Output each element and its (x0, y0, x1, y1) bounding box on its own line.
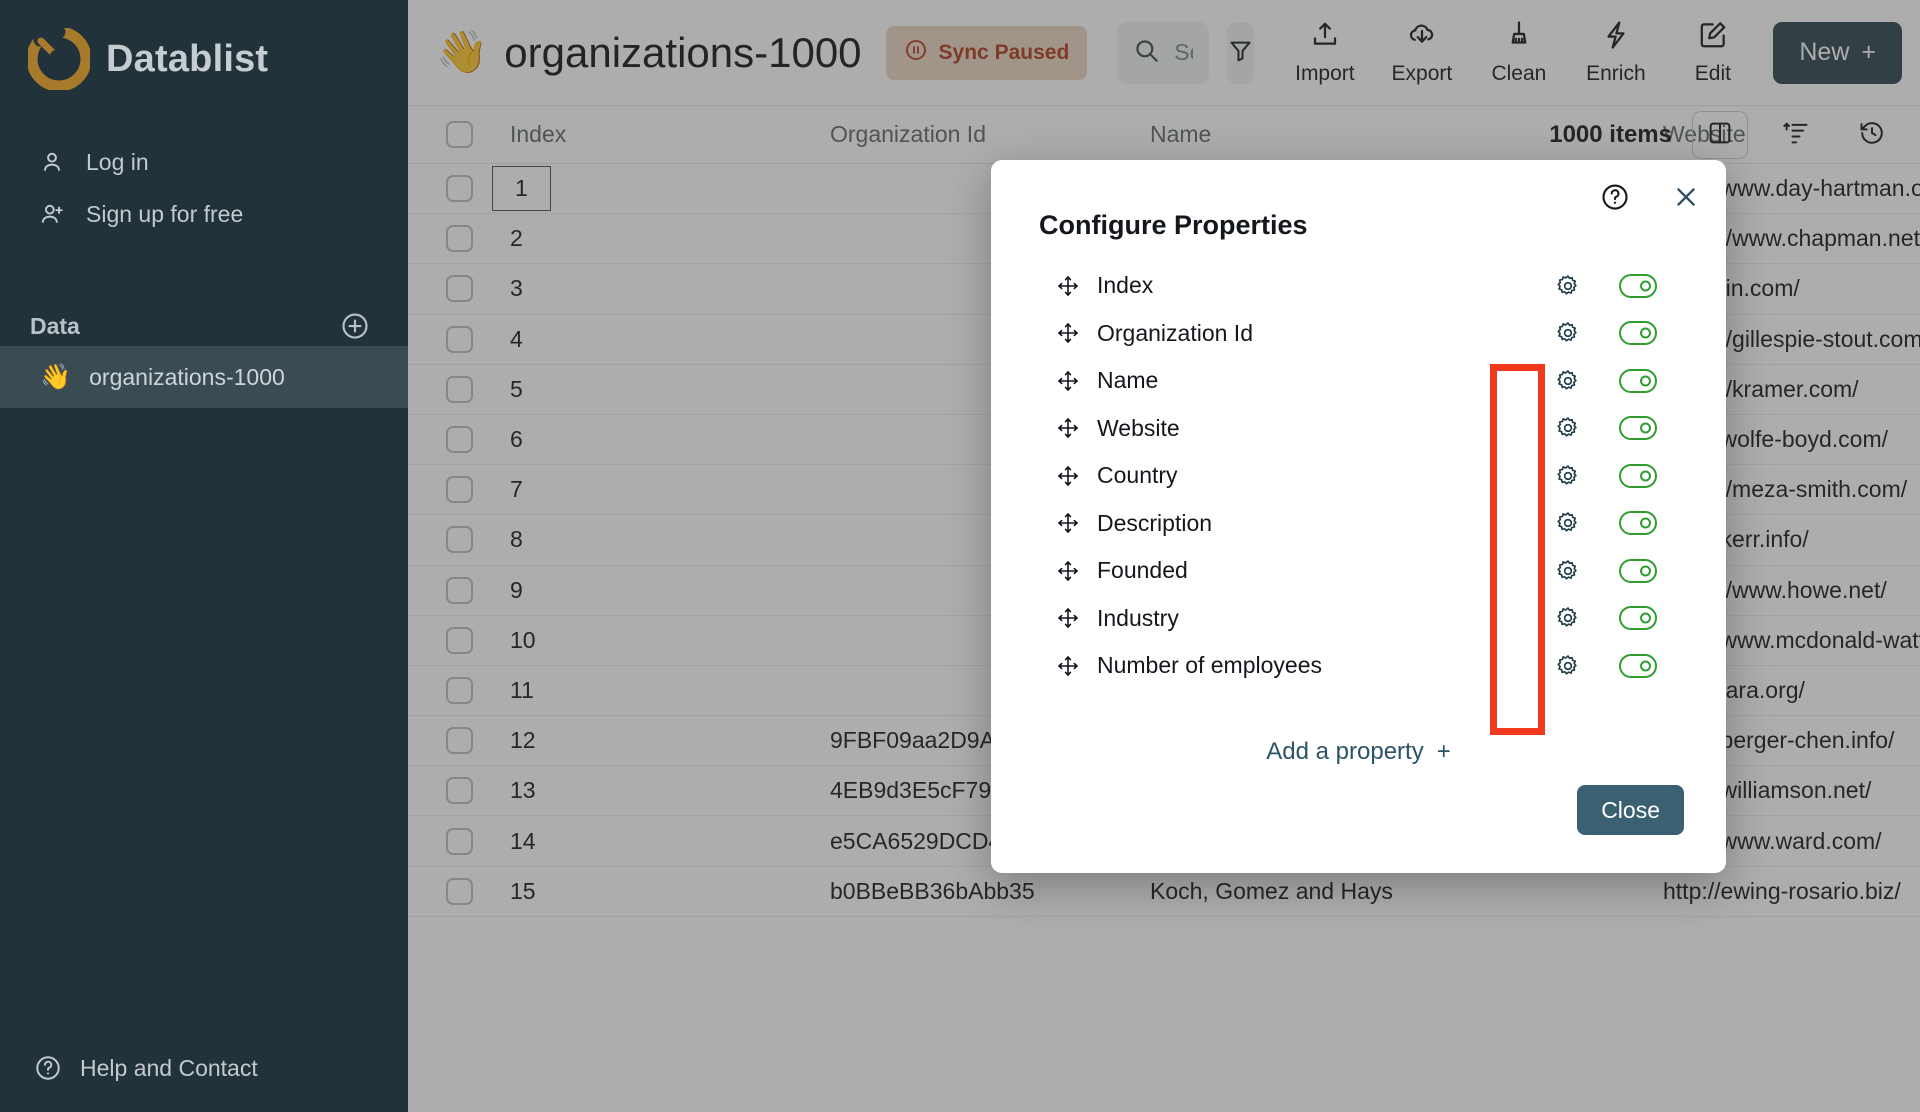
section-title: Data (30, 313, 80, 340)
gear-icon[interactable] (1538, 510, 1598, 536)
sidebar-item-label: organizations-1000 (89, 364, 285, 391)
move-icon[interactable] (1039, 606, 1097, 630)
wave-emoji-icon: 👋 (40, 363, 71, 392)
app-root: Datablist Log in Sign up for free (0, 0, 1920, 1112)
gear-icon[interactable] (1538, 605, 1598, 631)
toggle-switch-on[interactable] (1619, 464, 1657, 488)
plus-icon: + (1437, 738, 1451, 766)
plus-circle-icon[interactable] (340, 311, 370, 341)
gear-icon[interactable] (1538, 320, 1598, 346)
property-toggle[interactable] (1598, 369, 1678, 393)
sidebar-item-help-and-contact[interactable]: Help and Contact (0, 1054, 408, 1082)
gear-icon[interactable] (1538, 415, 1598, 441)
sidebar-item-log-in[interactable]: Log in (0, 136, 408, 188)
toggle-knob (1640, 660, 1651, 671)
close-button[interactable]: Close (1577, 785, 1684, 835)
property-name: Name (1097, 367, 1538, 394)
toggle-knob (1640, 518, 1651, 529)
property-toggle[interactable] (1598, 321, 1678, 345)
sidebar-nav: Log in Sign up for free (0, 136, 408, 240)
property-row[interactable]: Number of employees (991, 642, 1726, 690)
gear-icon[interactable] (1538, 558, 1598, 584)
datablist-logo-icon (28, 28, 90, 90)
sidebar-footer-label: Help and Contact (80, 1055, 258, 1082)
sidebar: Datablist Log in Sign up for free (0, 0, 408, 1112)
add-property-button[interactable]: Add a property + (991, 738, 1726, 766)
property-row[interactable]: Organization Id (991, 310, 1726, 358)
toggle-knob (1640, 565, 1651, 576)
sidebar-section-data: Data (0, 306, 408, 346)
property-row[interactable]: Website (991, 405, 1726, 453)
toggle-switch-on[interactable] (1619, 321, 1657, 345)
help-circle-icon (34, 1054, 62, 1082)
property-row[interactable]: Index (991, 262, 1726, 310)
move-icon[interactable] (1039, 654, 1097, 678)
close-icon[interactable] (1672, 183, 1700, 211)
property-name: Organization Id (1097, 320, 1538, 347)
move-icon[interactable] (1039, 321, 1097, 345)
property-row[interactable]: Industry (991, 595, 1726, 643)
property-name: Number of employees (1097, 652, 1538, 679)
dialog-title: Configure Properties (1039, 210, 1308, 241)
property-name: Country (1097, 462, 1538, 489)
move-icon[interactable] (1039, 559, 1097, 583)
property-toggle[interactable] (1598, 274, 1678, 298)
gear-icon[interactable] (1538, 273, 1598, 299)
property-name: Industry (1097, 605, 1538, 632)
property-name: Index (1097, 272, 1538, 299)
gear-icon[interactable] (1538, 463, 1598, 489)
property-toggle[interactable] (1598, 559, 1678, 583)
property-row[interactable]: Country (991, 452, 1726, 500)
toggle-switch-on[interactable] (1619, 654, 1657, 678)
property-toggle[interactable] (1598, 416, 1678, 440)
main-area: 👋 organizations-1000 Sync Paused (408, 0, 1920, 1112)
property-name: Founded (1097, 557, 1538, 584)
move-icon[interactable] (1039, 511, 1097, 535)
toggle-knob (1640, 328, 1651, 339)
sidebar-item-sign-up[interactable]: Sign up for free (0, 188, 408, 240)
add-property-label: Add a property (1266, 738, 1423, 766)
move-icon[interactable] (1039, 369, 1097, 393)
move-icon[interactable] (1039, 416, 1097, 440)
toggle-knob (1640, 470, 1651, 481)
toggle-knob (1640, 423, 1651, 434)
toggle-switch-on[interactable] (1619, 416, 1657, 440)
brand-name: Datablist (106, 38, 268, 81)
property-toggle[interactable] (1598, 511, 1678, 535)
property-row[interactable]: Description (991, 500, 1726, 548)
property-row[interactable]: Founded (991, 547, 1726, 595)
toggle-knob (1640, 280, 1651, 291)
toggle-switch-on[interactable] (1619, 274, 1657, 298)
brand[interactable]: Datablist (0, 0, 408, 90)
property-name: Website (1097, 415, 1538, 442)
move-icon[interactable] (1039, 464, 1097, 488)
toggle-switch-on[interactable] (1619, 559, 1657, 583)
property-toggle[interactable] (1598, 654, 1678, 678)
property-toggle[interactable] (1598, 606, 1678, 630)
move-icon[interactable] (1039, 274, 1097, 298)
sidebar-item-organizations-1000[interactable]: 👋 organizations-1000 (0, 346, 408, 408)
user-icon (38, 148, 66, 176)
property-row[interactable]: Name (991, 357, 1726, 405)
toggle-switch-on[interactable] (1619, 511, 1657, 535)
property-name: Description (1097, 510, 1538, 537)
configure-properties-dialog: Configure Properties Index (991, 160, 1726, 873)
sidebar-item-label: Sign up for free (86, 201, 243, 228)
toggle-knob (1640, 375, 1651, 386)
property-list: Index (991, 262, 1726, 690)
gear-icon[interactable] (1538, 653, 1598, 679)
sidebar-item-label: Log in (86, 149, 149, 176)
toggle-knob (1640, 613, 1651, 624)
user-plus-icon (38, 200, 66, 228)
help-circle-icon[interactable] (1600, 182, 1630, 212)
gear-icon[interactable] (1538, 368, 1598, 394)
dialog-header-icons (1600, 182, 1700, 212)
toggle-switch-on[interactable] (1619, 606, 1657, 630)
toggle-switch-on[interactable] (1619, 369, 1657, 393)
property-toggle[interactable] (1598, 464, 1678, 488)
